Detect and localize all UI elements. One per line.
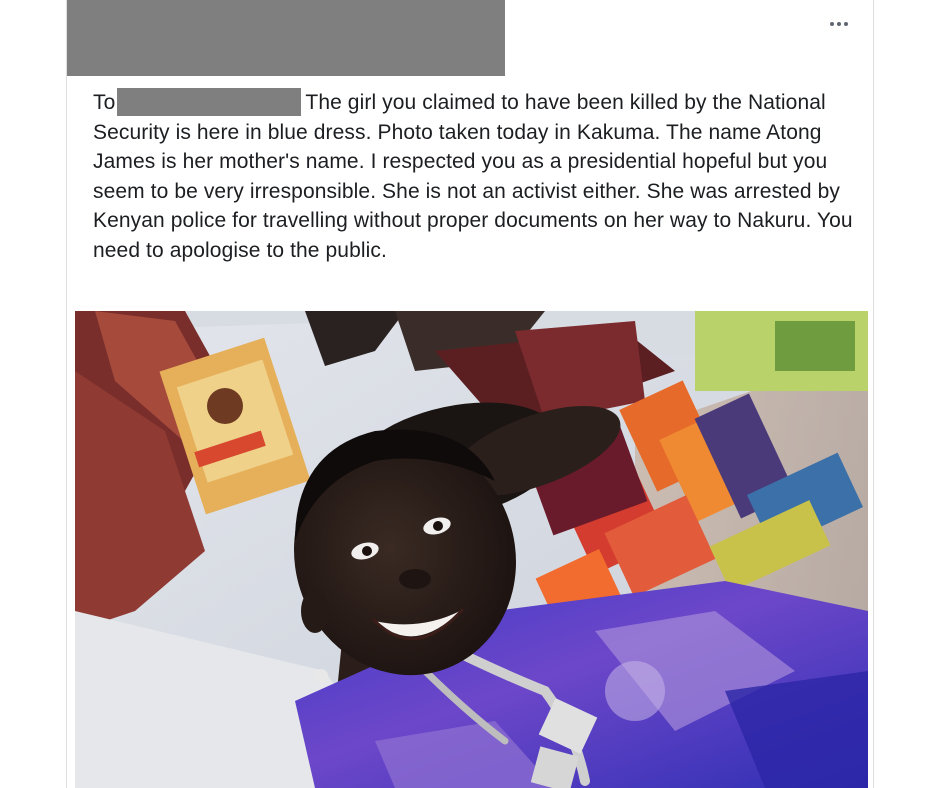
photo-image (75, 311, 868, 788)
redacted-name (117, 88, 302, 116)
post-message: To The girl you claimed to have been kill… (93, 88, 853, 265)
post-text-body: The girl you claimed to have been killed… (93, 91, 853, 262)
redacted-author-header (67, 0, 505, 76)
post-text-to: To (93, 91, 116, 114)
more-options-button[interactable] (823, 12, 855, 36)
more-horizontal-icon (830, 22, 848, 26)
post-card: To The girl you claimed to have been kill… (66, 0, 874, 788)
page: To The girl you claimed to have been kill… (0, 0, 940, 788)
post-photo[interactable] (75, 311, 868, 788)
